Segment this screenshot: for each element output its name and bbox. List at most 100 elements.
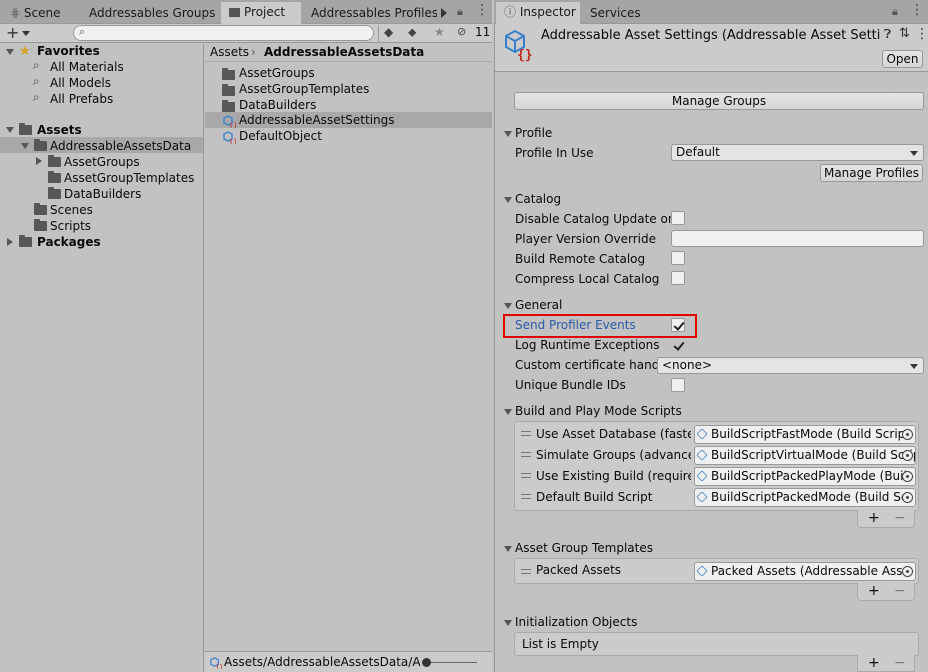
drag-handle-icon[interactable]	[521, 494, 531, 499]
hidden-count: 11	[475, 25, 491, 39]
remove-item-button[interactable]: −	[894, 583, 906, 599]
more-options-icon[interactable]: ⋮	[915, 26, 928, 42]
favorite-all-models[interactable]: All Models	[50, 75, 111, 91]
object-picker-icon[interactable]	[902, 450, 913, 461]
expand-addressable-data-icon[interactable]	[21, 143, 29, 149]
icon-size-slider-track[interactable]	[425, 662, 477, 663]
send-profiler-events-checkbox[interactable]	[671, 318, 685, 332]
build-script-field[interactable]: BuildScriptPackedMode (Build Sc	[694, 488, 916, 507]
drag-handle-icon[interactable]	[521, 569, 531, 574]
build-scripts-header[interactable]: Build and Play Mode Scripts	[515, 403, 682, 419]
tree-assets[interactable]: Assets	[37, 122, 82, 138]
help-icon[interactable]: ❓︎	[884, 27, 891, 42]
file-default-object[interactable]: DefaultObject	[239, 128, 322, 144]
tab-inspector[interactable]: ⓘ Inspector	[496, 2, 580, 24]
preset-sliders-icon[interactable]: ⇅	[899, 26, 910, 41]
favorites-button[interactable]: ★	[428, 25, 450, 42]
init-objects-foldout-icon[interactable]	[504, 620, 512, 626]
favorites-label[interactable]: Favorites	[37, 43, 100, 59]
file-asset-groups[interactable]: AssetGroups	[239, 65, 315, 81]
folder-icon	[48, 187, 61, 199]
tab-overflow-arrow-icon[interactable]	[441, 8, 447, 18]
project-search-input[interactable]: ⌕	[73, 25, 374, 41]
tab-addressables-groups[interactable]: Addressables Groups	[81, 3, 219, 23]
template-field[interactable]: Packed Assets (Addressable Asse	[694, 562, 916, 581]
build-scripts-foldout-icon[interactable]	[504, 409, 512, 415]
templates-header[interactable]: Asset Group Templates	[515, 540, 653, 556]
add-item-button[interactable]: +	[868, 655, 880, 671]
breadcrumb-current[interactable]: AddressableAssetsData	[264, 44, 424, 60]
manage-profiles-button[interactable]: Manage Profiles	[820, 164, 923, 182]
tree-addressable-assets-data[interactable]: AddressableAssetsData	[50, 138, 191, 154]
search-by-type-button[interactable]: ◆	[378, 25, 400, 42]
catalog-foldout-icon[interactable]	[504, 197, 512, 203]
tree-data-builders[interactable]: DataBuilders	[64, 186, 141, 202]
drag-handle-icon[interactable]	[521, 431, 531, 436]
file-addressable-asset-settings[interactable]: AddressableAssetSettings	[239, 112, 395, 128]
folder-icon	[222, 68, 235, 80]
search-by-label-button[interactable]: ⬥	[402, 25, 424, 42]
drag-handle-icon[interactable]	[521, 452, 531, 457]
compress-local-catalog-checkbox[interactable]	[671, 271, 685, 285]
object-picker-icon[interactable]	[902, 492, 913, 503]
favorite-all-prefabs[interactable]: All Prefabs	[50, 91, 113, 107]
profile-in-use-dropdown[interactable]: Default	[671, 144, 924, 161]
more-options-icon[interactable]: ⋮	[475, 2, 489, 18]
breadcrumb-assets[interactable]: Assets	[210, 44, 249, 60]
player-version-override-input[interactable]	[671, 230, 924, 247]
tree-scripts[interactable]: Scripts	[50, 218, 91, 234]
profile-header[interactable]: Profile	[515, 125, 552, 141]
build-script-field[interactable]: BuildScriptVirtualMode (Build Scrip	[694, 446, 916, 465]
remove-item-button[interactable]: −	[894, 655, 906, 671]
lock-icon[interactable]: 🔒︎	[892, 5, 898, 19]
manage-groups-button[interactable]: Manage Groups	[514, 92, 924, 110]
create-plus-icon[interactable]: +	[6, 23, 19, 42]
favorite-all-materials[interactable]: All Materials	[50, 59, 124, 75]
create-dropdown-icon[interactable]	[22, 31, 30, 36]
object-picker-icon[interactable]	[902, 566, 913, 577]
object-picker-icon[interactable]	[902, 429, 913, 440]
player-version-override-label: Player Version Override	[515, 232, 657, 246]
build-script-field[interactable]: BuildScriptFastMode (Build Script	[694, 425, 916, 444]
open-button[interactable]: Open	[882, 50, 923, 68]
init-objects-add-remove: + −	[857, 655, 915, 672]
file-asset-group-templates[interactable]: AssetGroupTemplates	[239, 81, 369, 97]
templates-foldout-icon[interactable]	[504, 546, 512, 552]
tab-addressables-profiles[interactable]: Addressables Profiles	[303, 3, 437, 23]
remove-item-button[interactable]: −	[894, 510, 906, 526]
tab-services[interactable]: Services	[582, 3, 652, 23]
expand-assets-icon[interactable]	[6, 127, 14, 133]
file-data-builders[interactable]: DataBuilders	[239, 97, 316, 113]
general-foldout-icon[interactable]	[504, 303, 512, 309]
expand-asset-groups-icon[interactable]	[36, 157, 42, 165]
hidden-packages-button[interactable]: ⊘ 11	[455, 25, 491, 42]
inspector-panel: {} Addressable Asset Settings (Addressab…	[494, 24, 928, 672]
build-script-field[interactable]: BuildScriptPackedPlayMode (Buil	[694, 467, 916, 486]
log-runtime-exceptions-checkbox[interactable]	[671, 338, 685, 352]
more-options-icon[interactable]: ⋮	[910, 2, 924, 18]
tree-scenes[interactable]: Scenes	[50, 202, 93, 218]
search-icon: ⌕	[33, 90, 40, 104]
object-picker-icon[interactable]	[902, 471, 913, 482]
folder-open-icon	[34, 139, 47, 151]
catalog-header[interactable]: Catalog	[515, 191, 561, 207]
disable-catalog-update-checkbox[interactable]	[671, 211, 685, 225]
tab-scene[interactable]: ⋕ Scene	[2, 3, 82, 23]
tree-packages[interactable]: Packages	[37, 234, 101, 250]
init-objects-header[interactable]: Initialization Objects	[515, 614, 637, 630]
tab-project[interactable]: Project	[221, 2, 301, 24]
add-item-button[interactable]: +	[868, 583, 880, 599]
drag-handle-icon[interactable]	[521, 473, 531, 478]
lock-icon[interactable]: 🔒︎	[457, 5, 468, 18]
add-item-button[interactable]: +	[868, 510, 880, 526]
tree-asset-group-templates[interactable]: AssetGroupTemplates	[64, 170, 194, 186]
general-header[interactable]: General	[515, 297, 562, 313]
certificate-handler-dropdown[interactable]: <none>	[657, 357, 924, 374]
expand-favorites-icon[interactable]	[6, 49, 14, 55]
tree-asset-groups[interactable]: AssetGroups	[64, 154, 140, 170]
unique-bundle-ids-checkbox[interactable]	[671, 378, 685, 392]
expand-packages-icon[interactable]	[7, 238, 13, 246]
build-remote-catalog-checkbox[interactable]	[671, 251, 685, 265]
profile-foldout-icon[interactable]	[504, 131, 512, 137]
icon-size-slider-handle[interactable]	[422, 658, 431, 667]
